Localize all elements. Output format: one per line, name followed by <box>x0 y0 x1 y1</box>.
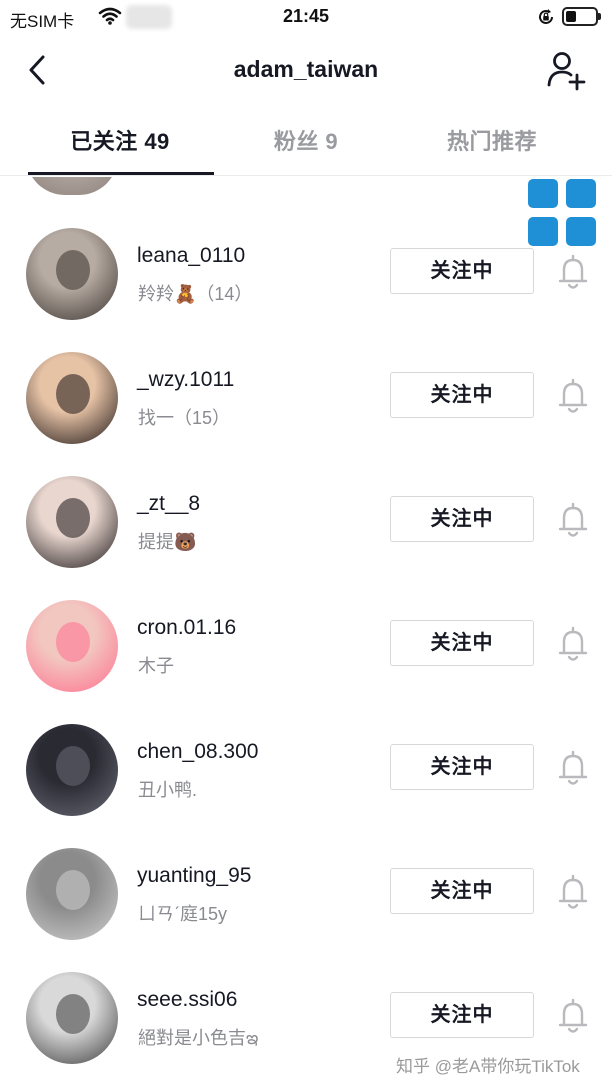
following-button[interactable]: 关注中 <box>390 248 534 294</box>
notification-bell-button[interactable] <box>554 748 592 788</box>
bell-icon <box>558 998 588 1033</box>
following-button[interactable]: 关注中 <box>390 868 534 914</box>
following-button[interactable]: 关注中 <box>390 496 534 542</box>
nav-bar: adam_taiwan <box>0 34 612 106</box>
display-name: 羚羚🧸（14） <box>138 284 253 304</box>
display-name: 丑小鸭. <box>138 780 198 800</box>
following-button[interactable]: 关注中 <box>390 620 534 666</box>
notification-bell-button[interactable] <box>554 252 592 292</box>
avatar[interactable] <box>26 476 118 568</box>
list-item[interactable]: _zt__8 提提🐻 关注中 <box>0 472 612 596</box>
username[interactable]: seee.ssi06 <box>137 988 237 1012</box>
tab-recommended[interactable]: 热门推荐 <box>390 124 594 156</box>
grid-button[interactable] <box>528 179 598 247</box>
notification-bell-button[interactable] <box>554 624 592 664</box>
orientation-lock-icon <box>536 7 556 32</box>
add-user-button[interactable] <box>544 48 588 92</box>
list-item[interactable]: leana_0110 羚羚🧸（14） 关注中 <box>0 224 612 348</box>
status-bar: 无SIM卡 21:45 <box>0 0 612 34</box>
display-name: 提提🐻 <box>138 532 197 552</box>
notification-bell-button[interactable] <box>554 872 592 912</box>
following-button[interactable]: 关注中 <box>390 372 534 418</box>
display-name: 找一（15） <box>138 408 231 428</box>
battery-level <box>566 11 576 22</box>
avatar[interactable] <box>26 972 118 1064</box>
grid-icon <box>566 217 596 246</box>
following-button[interactable]: 关注中 <box>390 992 534 1038</box>
tab-following[interactable]: 已关注 49 <box>18 124 222 156</box>
bell-icon <box>558 874 588 909</box>
list-item[interactable]: cron.01.16 木子 关注中 <box>0 596 612 720</box>
display-name: 木子 <box>138 656 174 676</box>
notification-bell-button[interactable] <box>554 500 592 540</box>
add-user-icon <box>547 52 586 91</box>
grid-icon <box>528 217 558 246</box>
list-item[interactable]: _wzy.1011 找一（15） 关注中 <box>0 348 612 472</box>
active-tab-indicator <box>28 172 214 175</box>
avatar[interactable] <box>26 724 118 816</box>
username[interactable]: leana_0110 <box>137 244 245 268</box>
tab-followers[interactable]: 粉丝 9 <box>204 124 408 156</box>
display-name: ㄩㄢˊ庭15y <box>138 904 228 924</box>
watermark: 知乎 @老A带你玩TikTok <box>396 1057 580 1076</box>
bell-icon <box>558 626 588 661</box>
notification-bell-button[interactable] <box>554 996 592 1036</box>
grid-icon <box>528 179 558 208</box>
following-button[interactable]: 关注中 <box>390 744 534 790</box>
battery-icon <box>562 7 601 26</box>
notification-bell-button[interactable] <box>554 376 592 416</box>
avatar[interactable] <box>26 848 118 940</box>
status-time: 21:45 <box>282 6 330 26</box>
list-item[interactable]: yuanting_95 ㄩㄢˊ庭15y 关注中 <box>0 844 612 968</box>
avatar[interactable] <box>26 600 118 692</box>
username[interactable]: chen_08.300 <box>137 740 258 764</box>
avatar[interactable] <box>26 352 118 444</box>
grid-icon <box>566 179 596 208</box>
bell-icon <box>558 378 588 413</box>
bell-icon <box>558 254 588 289</box>
username[interactable]: cron.01.16 <box>137 616 236 640</box>
bell-icon <box>558 750 588 785</box>
bell-icon <box>558 502 588 537</box>
display-name: 絕對是小色吉ఇ <box>138 1028 259 1048</box>
tab-bar: 已关注 49 粉丝 9 热门推荐 <box>0 106 612 176</box>
username[interactable]: yuanting_95 <box>137 864 251 888</box>
username[interactable]: _zt__8 <box>137 492 200 516</box>
following-list[interactable]: leana_0110 羚羚🧸（14） 关注中 _wzy.1011 找一（15） 关注中 _z… <box>0 177 612 1089</box>
list-item[interactable]: chen_08.300 丑小鸭. 关注中 <box>0 720 612 844</box>
avatar[interactable] <box>26 228 118 320</box>
username[interactable]: _wzy.1011 <box>137 368 234 392</box>
avatar-partial <box>26 177 118 195</box>
page-title: adam_taiwan <box>233 56 379 82</box>
